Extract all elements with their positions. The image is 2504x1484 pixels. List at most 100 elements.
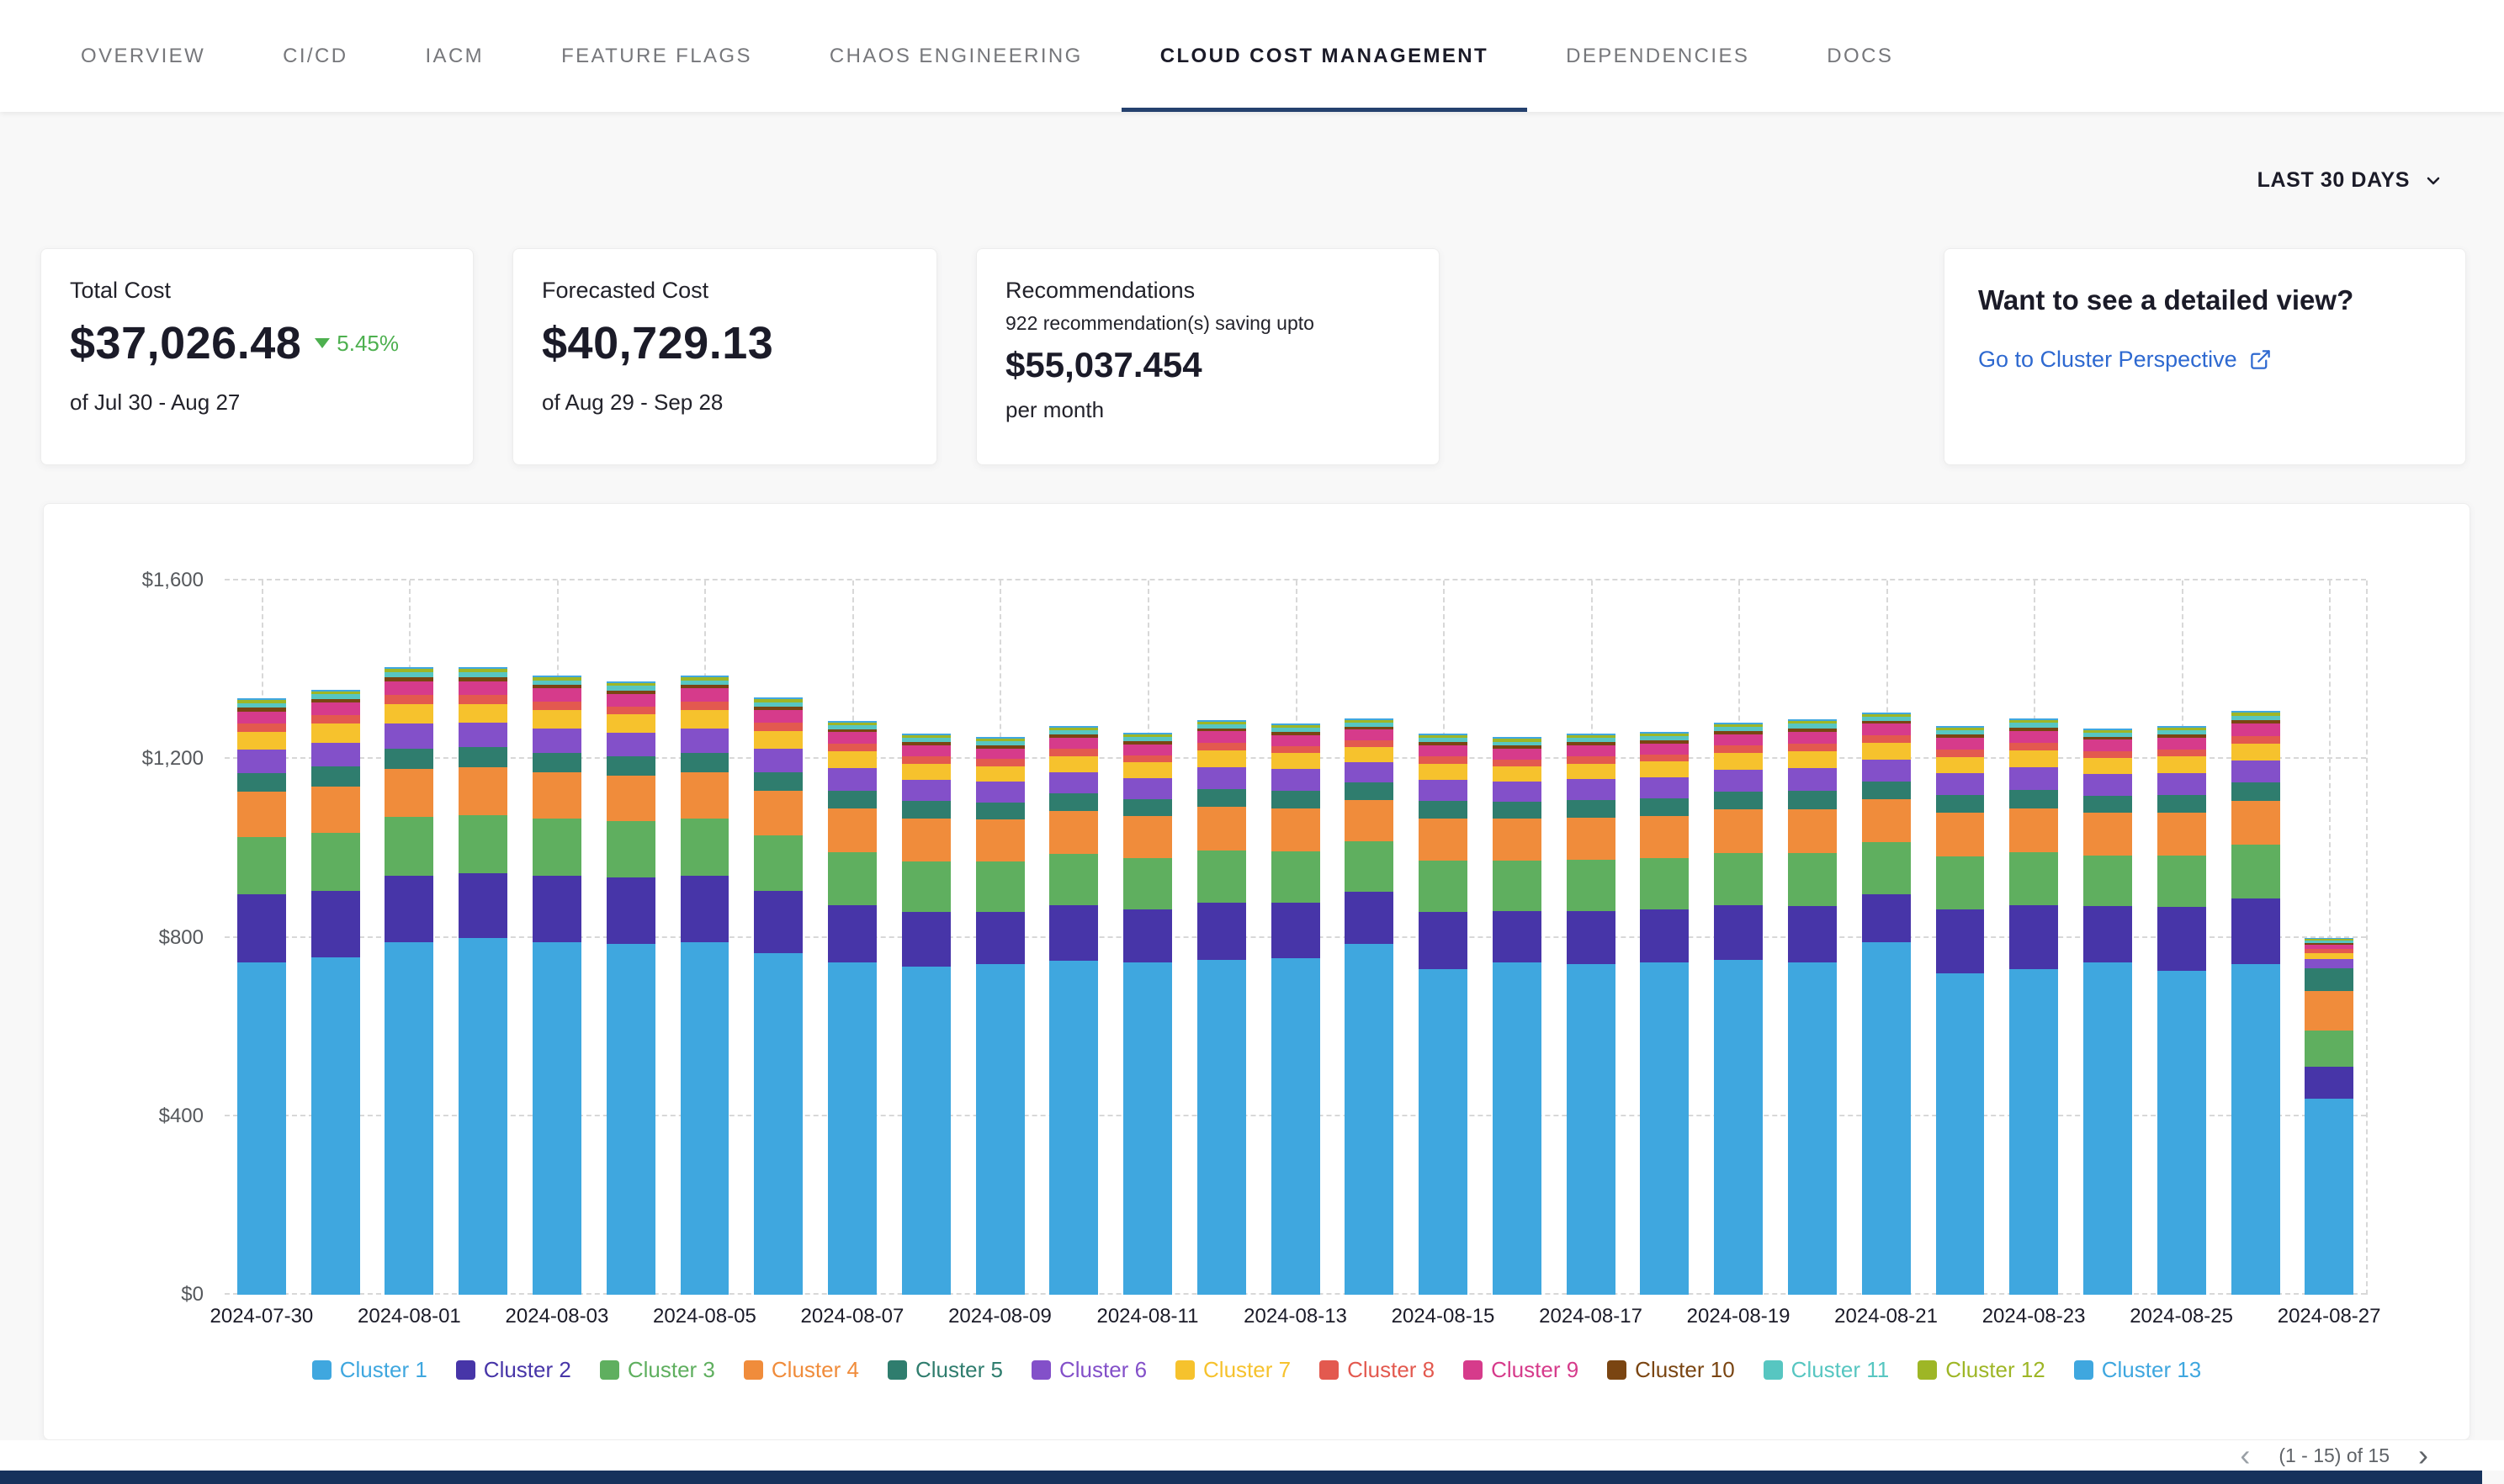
bar-segment bbox=[681, 702, 729, 710]
tab-feature-flags[interactable]: FEATURE FLAGS bbox=[523, 0, 791, 112]
bar-segment bbox=[2231, 761, 2280, 783]
bar-2024-08-02[interactable] bbox=[446, 580, 520, 1295]
bar-2024-08-11[interactable] bbox=[1111, 580, 1185, 1295]
bar-segment bbox=[1123, 799, 1172, 816]
legend-label: Cluster 2 bbox=[484, 1357, 571, 1383]
bar-segment bbox=[1197, 750, 1246, 767]
x-axis-label: 2024-08-27 bbox=[2278, 1305, 2381, 1328]
bar-segment bbox=[237, 712, 286, 724]
legend-item-cluster-7[interactable]: Cluster 7 bbox=[1175, 1357, 1291, 1383]
bar-segment bbox=[1271, 791, 1320, 808]
pagination-label: (1 - 15) of 15 bbox=[2279, 1444, 2390, 1467]
bar-2024-08-10[interactable] bbox=[1037, 580, 1111, 1295]
forecasted-cost-value: $40,729.13 bbox=[542, 317, 773, 369]
bar-2024-08-18[interactable] bbox=[1628, 580, 1702, 1295]
bar-segment bbox=[2231, 744, 2280, 761]
bar-segment bbox=[1419, 756, 1467, 763]
cluster-perspective-link[interactable]: Go to Cluster Perspective bbox=[1978, 347, 2432, 373]
bar-2024-08-17[interactable] bbox=[1554, 580, 1628, 1295]
bar-segment bbox=[533, 819, 581, 876]
bar-segment bbox=[2009, 790, 2058, 808]
total-cost-card: Total Cost $37,026.48 5.45% of Jul 30 - … bbox=[40, 248, 474, 465]
bar-segment bbox=[1049, 793, 1098, 811]
bar-2024-08-26[interactable] bbox=[2219, 580, 2293, 1295]
bar-segment bbox=[459, 681, 507, 695]
legend-item-cluster-10[interactable]: Cluster 10 bbox=[1607, 1357, 1735, 1383]
bar-segment bbox=[1788, 744, 1837, 751]
bar-segment bbox=[459, 767, 507, 814]
bar-segment bbox=[1936, 757, 1985, 774]
bar-2024-08-08[interactable] bbox=[889, 580, 963, 1295]
bar-segment bbox=[311, 743, 360, 767]
x-axis-label: 2024-08-23 bbox=[1982, 1305, 2086, 1328]
total-cost-title: Total Cost bbox=[70, 278, 444, 304]
bar-2024-08-22[interactable] bbox=[1923, 580, 1997, 1295]
bar-2024-08-06[interactable] bbox=[741, 580, 815, 1295]
bar-2024-08-01[interactable] bbox=[373, 580, 447, 1295]
legend-item-cluster-1[interactable]: Cluster 1 bbox=[312, 1357, 427, 1383]
bar-segment bbox=[1862, 735, 1911, 743]
pagination-prev-icon[interactable]: ‹ bbox=[2240, 1440, 2250, 1471]
bar-2024-08-19[interactable] bbox=[1701, 580, 1775, 1295]
legend-item-cluster-8[interactable]: Cluster 8 bbox=[1319, 1357, 1435, 1383]
x-axis-label: 2024-08-17 bbox=[1539, 1305, 1642, 1328]
bar-segment bbox=[1049, 756, 1098, 772]
bar-2024-08-15[interactable] bbox=[1406, 580, 1480, 1295]
bar-segment bbox=[1493, 962, 1541, 1295]
y-axis-label: $0 bbox=[181, 1283, 204, 1306]
bar-segment bbox=[2231, 898, 2280, 965]
bar-segment bbox=[237, 792, 286, 837]
bar-segment bbox=[1493, 749, 1541, 760]
bar-2024-08-03[interactable] bbox=[520, 580, 594, 1295]
legend-item-cluster-12[interactable]: Cluster 12 bbox=[1918, 1357, 2045, 1383]
bar-2024-08-07[interactable] bbox=[815, 580, 889, 1295]
bottom-navy-bar bbox=[0, 1471, 2482, 1484]
tab-dependencies[interactable]: DEPENDENCIES bbox=[1527, 0, 1788, 112]
bar-segment bbox=[1197, 903, 1246, 960]
tab-chaos-engineering[interactable]: CHAOS ENGINEERING bbox=[791, 0, 1122, 112]
legend-item-cluster-9[interactable]: Cluster 9 bbox=[1463, 1357, 1578, 1383]
bar-2024-08-09[interactable] bbox=[963, 580, 1037, 1295]
bar-2024-07-30[interactable] bbox=[225, 580, 299, 1295]
bar-2024-08-04[interactable] bbox=[594, 580, 668, 1295]
bar-2024-08-25[interactable] bbox=[2145, 580, 2219, 1295]
x-axis-label: 2024-08-03 bbox=[506, 1305, 609, 1328]
bar-segment bbox=[385, 942, 433, 1295]
bar-2024-08-13[interactable] bbox=[1259, 580, 1333, 1295]
legend-item-cluster-2[interactable]: Cluster 2 bbox=[456, 1357, 571, 1383]
time-range-dropdown[interactable]: LAST 30 DAYS bbox=[2257, 168, 2443, 193]
tab-cloud-cost-management[interactable]: CLOUD COST MANAGEMENT bbox=[1122, 0, 1527, 112]
bar-2024-08-24[interactable] bbox=[2071, 580, 2145, 1295]
tab-docs[interactable]: DOCS bbox=[1788, 0, 1932, 112]
pagination-next-icon[interactable]: › bbox=[2418, 1440, 2428, 1471]
bar-2024-08-05[interactable] bbox=[668, 580, 742, 1295]
detailed-view-title: Want to see a detailed view? bbox=[1978, 284, 2432, 316]
bar-segment bbox=[1345, 841, 1393, 891]
legend-label: Cluster 3 bbox=[628, 1357, 715, 1383]
legend-item-cluster-5[interactable]: Cluster 5 bbox=[888, 1357, 1003, 1383]
bar-segment bbox=[533, 942, 581, 1295]
bar-segment bbox=[828, 768, 877, 791]
bar-2024-08-21[interactable] bbox=[1849, 580, 1923, 1295]
bar-segment bbox=[1862, 894, 1911, 942]
tab-ci-cd[interactable]: CI/CD bbox=[244, 0, 386, 112]
bar-2024-08-23[interactable] bbox=[1997, 580, 2071, 1295]
tab-overview[interactable]: OVERVIEW bbox=[42, 0, 244, 112]
bar-2024-08-20[interactable] bbox=[1775, 580, 1849, 1295]
legend-item-cluster-11[interactable]: Cluster 11 bbox=[1764, 1357, 1890, 1383]
bar-2024-08-16[interactable] bbox=[1480, 580, 1554, 1295]
bar-segment bbox=[1640, 755, 1689, 761]
bar-2024-08-14[interactable] bbox=[1332, 580, 1406, 1295]
bar-segment bbox=[1345, 762, 1393, 782]
bar-2024-07-31[interactable] bbox=[299, 580, 373, 1295]
tab-iacm[interactable]: IACM bbox=[386, 0, 523, 112]
bar-segment bbox=[1567, 756, 1615, 763]
legend-label: Cluster 9 bbox=[1491, 1357, 1578, 1383]
bar-2024-08-27[interactable] bbox=[2292, 580, 2366, 1295]
legend-item-cluster-13[interactable]: Cluster 13 bbox=[2074, 1357, 2202, 1383]
legend-item-cluster-6[interactable]: Cluster 6 bbox=[1032, 1357, 1147, 1383]
bar-2024-08-12[interactable] bbox=[1185, 580, 1259, 1295]
legend-item-cluster-3[interactable]: Cluster 3 bbox=[600, 1357, 715, 1383]
bar-segment bbox=[2231, 736, 2280, 744]
legend-item-cluster-4[interactable]: Cluster 4 bbox=[744, 1357, 859, 1383]
